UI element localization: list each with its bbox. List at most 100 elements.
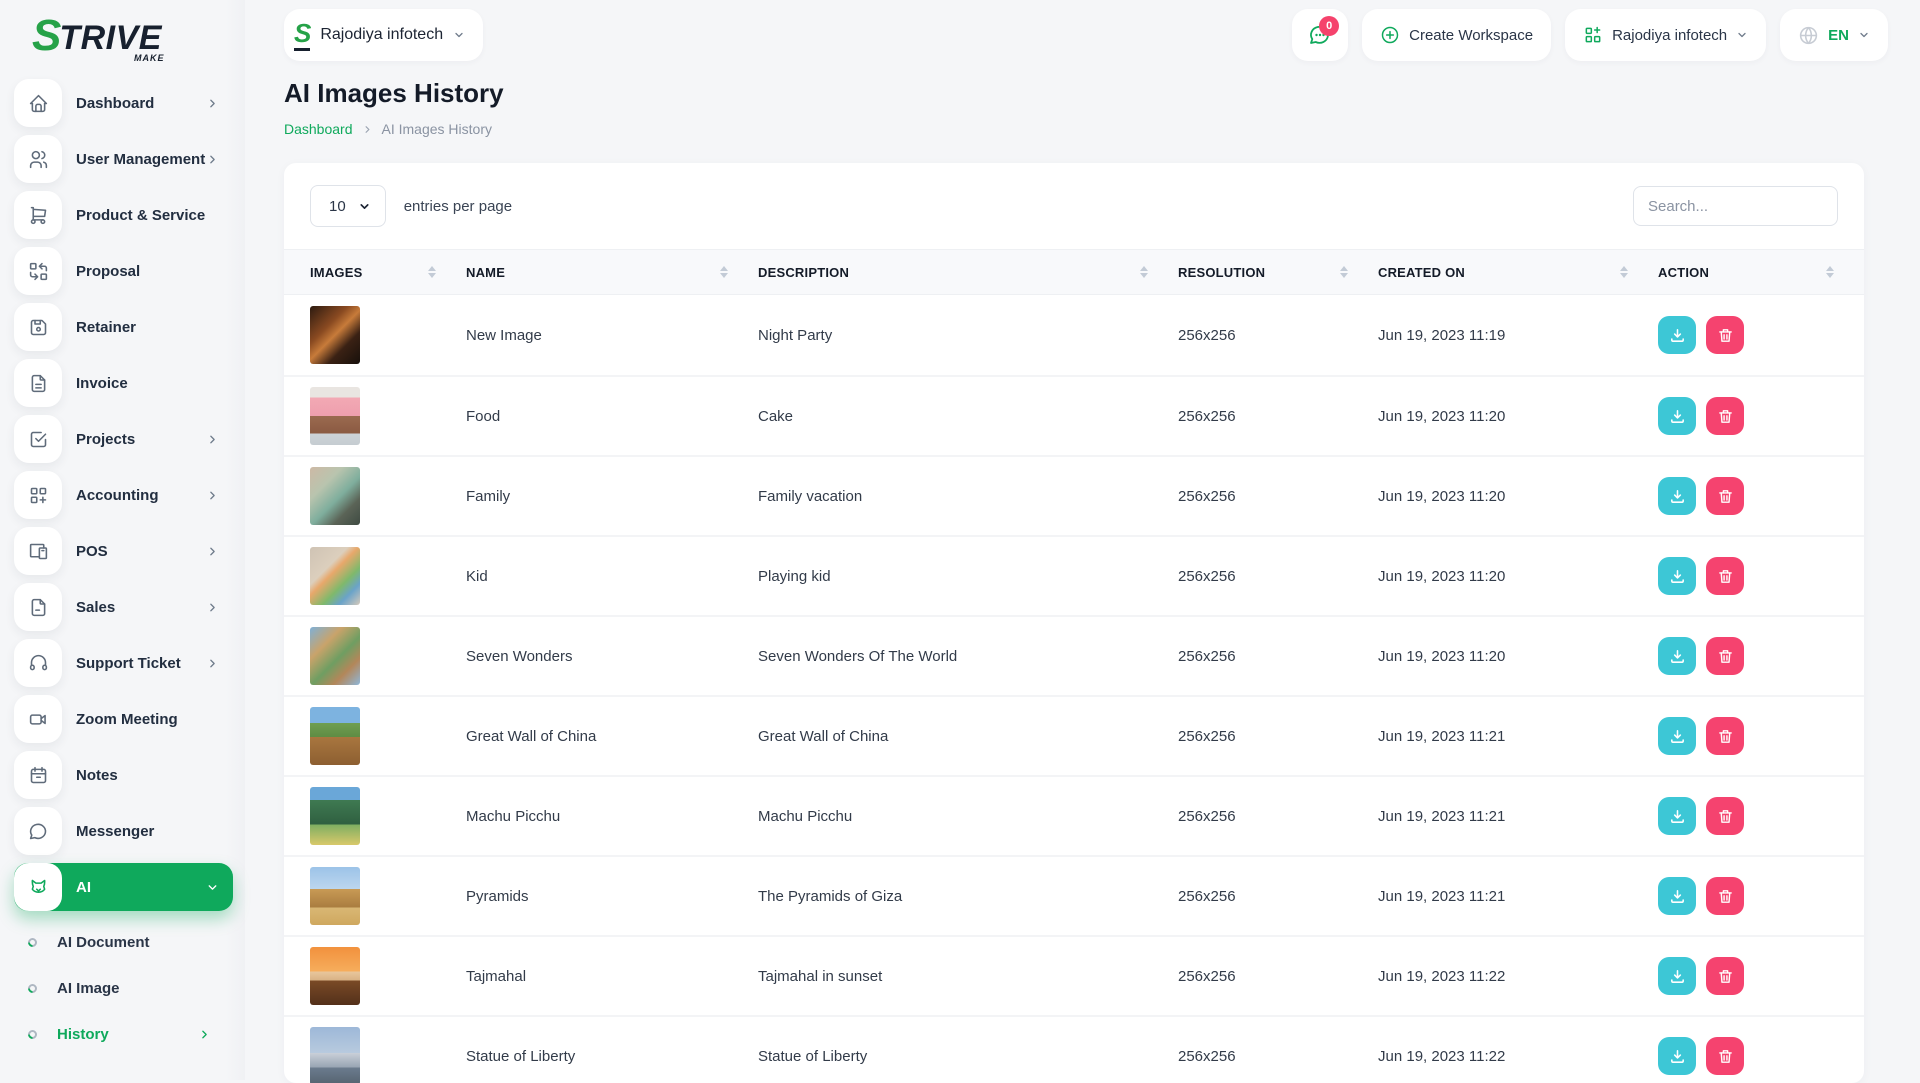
workspace-logo-icon: S [294,20,310,51]
column-header-name[interactable]: NAME [466,265,758,280]
download-button[interactable] [1658,797,1696,835]
breadcrumb: Dashboard AI Images History [284,121,1864,137]
delete-button[interactable] [1706,557,1744,595]
download-button[interactable] [1658,717,1696,755]
name-cell: New Image [466,327,758,344]
trash-icon [1717,1048,1734,1065]
sidebar-item-support-ticket[interactable]: Support Ticket [14,639,233,687]
resolution-cell: 256x256 [1178,568,1378,585]
table-row: Tajmahal Tajmahal in sunset 256x256 Jun … [284,935,1864,1015]
download-button[interactable] [1658,316,1696,354]
delete-button[interactable] [1706,717,1744,755]
resolution-cell: 256x256 [1178,488,1378,505]
table-row: New Image Night Party 256x256 Jun 19, 20… [284,295,1864,375]
trash-icon [1717,728,1734,745]
sidebar-item-proposal[interactable]: Proposal [14,247,233,295]
download-icon [1669,728,1686,745]
resolution-cell: 256x256 [1178,888,1378,905]
calendar-icon [14,751,62,799]
download-button[interactable] [1658,477,1696,515]
column-header-resolution[interactable]: RESOLUTION [1178,265,1378,280]
entries-per-page-select[interactable]: 10 [310,185,386,227]
message-icon [14,807,62,855]
delete-button[interactable] [1706,877,1744,915]
column-header-created-on[interactable]: CREATED ON [1378,265,1658,280]
breadcrumb-dashboard-link[interactable]: Dashboard [284,121,353,137]
sidebar-item-label: Zoom Meeting [76,711,219,728]
ai-image-thumbnail[interactable] [310,627,360,685]
ai-image-thumbnail[interactable] [310,867,360,925]
grid-plus-icon [1583,25,1603,45]
sidebar-item-product-service[interactable]: Product & Service [14,191,233,239]
sidebar-subitem-ai-document[interactable]: AI Document [28,922,233,962]
column-header-description[interactable]: DESCRIPTION [758,265,1178,280]
ai-image-thumbnail[interactable] [310,306,360,364]
workspace-menu-label: Rajodiya infotech [1612,27,1727,44]
sidebar-item-retainer[interactable]: Retainer [14,303,233,351]
ai-image-thumbnail[interactable] [310,387,360,445]
brand-logo[interactable]: STRIVE MAKE [14,14,233,79]
delete-button[interactable] [1706,637,1744,675]
action-cell [1658,877,1838,915]
create-workspace-button[interactable]: Create Workspace [1362,9,1551,61]
delete-button[interactable] [1706,316,1744,354]
name-cell: Food [466,408,758,425]
ai-image-thumbnail[interactable] [310,467,360,525]
globe-icon [1798,25,1819,46]
column-header-action[interactable]: ACTION [1658,265,1838,280]
download-button[interactable] [1658,397,1696,435]
chat-button[interactable]: 0 [1292,9,1348,61]
ai-image-thumbnail[interactable] [310,547,360,605]
download-icon [1669,408,1686,425]
download-button[interactable] [1658,957,1696,995]
column-header-images[interactable]: IMAGES [310,265,466,280]
table-row: Seven Wonders Seven Wonders Of The World… [284,615,1864,695]
sidebar-item-accounting[interactable]: Accounting [14,471,233,519]
sidebar-item-invoice[interactable]: Invoice [14,359,233,407]
sidebar-item-label: Invoice [76,375,219,392]
sidebar-item-label: Accounting [76,487,206,504]
sidebar-item-label: Projects [76,431,206,448]
sidebar-item-projects[interactable]: Projects [14,415,233,463]
table-body: New Image Night Party 256x256 Jun 19, 20… [284,295,1864,1083]
delete-button[interactable] [1706,477,1744,515]
ai-image-thumbnail[interactable] [310,787,360,845]
sidebar-subitem-label: History [57,1026,198,1043]
sidebar-subitem-ai-image[interactable]: AI Image [28,968,233,1008]
sidebar-item-label: Support Ticket [76,655,206,672]
search-input[interactable] [1633,186,1838,226]
ai-image-thumbnail[interactable] [310,947,360,1005]
delete-button[interactable] [1706,957,1744,995]
image-cell [310,547,466,605]
ai-image-thumbnail[interactable] [310,707,360,765]
sidebar-item-dashboard[interactable]: Dashboard [14,79,233,127]
bullet-icon [26,936,39,949]
sidebar-item-zoom-meeting[interactable]: Zoom Meeting [14,695,233,743]
image-cell [310,306,466,364]
created-on-cell: Jun 19, 2023 11:20 [1378,648,1658,665]
workspace-menu-button[interactable]: Rajodiya infotech [1565,9,1766,61]
sidebar-item-notes[interactable]: Notes [14,751,233,799]
download-button[interactable] [1658,1037,1696,1075]
sidebar-item-ai[interactable]: AI [14,863,233,911]
page-title: AI Images History [284,78,1864,109]
workspace-switcher[interactable]: S Rajodiya infotech [284,9,483,61]
ai-image-thumbnail[interactable] [310,1027,360,1083]
delete-button[interactable] [1706,397,1744,435]
language-selector[interactable]: EN [1780,9,1888,61]
delete-button[interactable] [1706,797,1744,835]
resolution-cell: 256x256 [1178,648,1378,665]
delete-button[interactable] [1706,1037,1744,1075]
sidebar-item-messenger[interactable]: Messenger [14,807,233,855]
download-button[interactable] [1658,637,1696,675]
download-button[interactable] [1658,877,1696,915]
sidebar-item-user-management[interactable]: User Management [14,135,233,183]
sidebar-subitem-history[interactable]: History [28,1014,233,1054]
sidebar-item-sales[interactable]: Sales [14,583,233,631]
download-button[interactable] [1658,557,1696,595]
sidebar-nav: Dashboard User Management Product & Serv… [14,79,233,1057]
entries-per-page-value: 10 [329,198,346,215]
sidebar-item-pos[interactable]: POS [14,527,233,575]
sidebar-item-label: Messenger [76,823,219,840]
sidebar-item-label: User Management [76,151,206,168]
